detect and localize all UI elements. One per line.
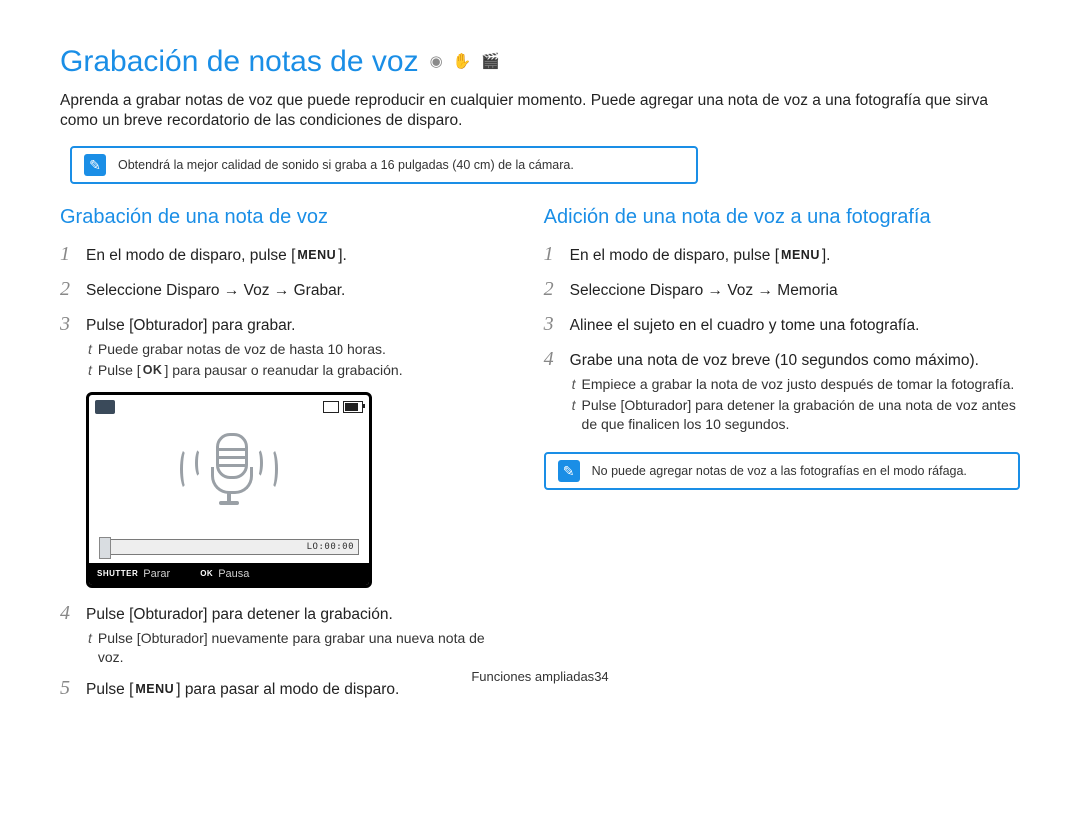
display-footer: SHUTTER Parar OK Pausa <box>89 563 369 585</box>
shutter-tag: SHUTTER <box>97 569 138 580</box>
display-topbar <box>89 395 369 419</box>
step-number: 4 <box>60 600 76 627</box>
storage-icon <box>323 401 339 413</box>
step-number: 1 <box>544 241 560 268</box>
ok-action-label: Pausa <box>218 567 249 582</box>
right-steps: 1 En el modo de disparo, pulse [MENU]. 2… <box>544 241 1020 434</box>
step-number: 2 <box>60 276 76 303</box>
step-body: Pulse [Obturador] para grabar. <box>86 316 295 337</box>
mode-icons: ◉ ✋ 🎬 <box>427 51 503 73</box>
menu-button-label: MENU <box>779 247 822 264</box>
step-body: Seleccione Disparo → Voz → Grabar. <box>86 281 345 302</box>
left-step-2: 2 Seleccione Disparo → Voz → Grabar. <box>60 276 514 303</box>
left-step-3-sub-1: Puede grabar notas de voz de hasta 10 ho… <box>88 340 514 359</box>
footer-section: Funciones ampliadas <box>471 669 594 684</box>
step-text: En el modo de disparo, pulse [ <box>570 247 779 264</box>
sub-text: Pulse [Obturador] nuevamente para grabar… <box>98 629 514 667</box>
shutter-action: SHUTTER Parar <box>97 567 170 582</box>
top-tip-text: Obtendrá la mejor calidad de sonido si g… <box>118 157 574 174</box>
column-add-memo-to-photo: Adición de una nota de voz a una fotogra… <box>544 204 1020 704</box>
right-step-4-sub-1: Empiece a grabar la nota de voz justo de… <box>572 375 1020 394</box>
microphone-icon <box>211 433 247 505</box>
sub-text: Pulse [Obturador] para detener la grabac… <box>582 396 1020 434</box>
sound-waves-right-icon <box>253 448 278 490</box>
record-time: LO:00:00 <box>307 540 354 554</box>
step-text: En el modo de disparo, pulse [ <box>86 247 295 264</box>
menu-button-label: MENU <box>295 247 338 264</box>
step-body: Pulse [Obturador] para detener la grabac… <box>86 605 393 626</box>
mode-icon-auto: ◉ <box>427 51 446 73</box>
left-heading: Grabación de una nota de voz <box>60 204 514 231</box>
battery-icon <box>343 401 363 413</box>
tip-icon: ✎ <box>84 154 106 176</box>
right-step-4-sub-2: Pulse [Obturador] para detener la grabac… <box>572 396 1020 434</box>
right-note-text: No puede agregar notas de voz a las foto… <box>592 463 967 480</box>
sub-text: Puede grabar notas de voz de hasta 10 ho… <box>98 340 386 359</box>
microphone-graphic <box>89 433 369 505</box>
column-record-memo: Grabación de una nota de voz 1 En el mod… <box>60 204 514 704</box>
right-step-1: 1 En el modo de disparo, pulse [MENU]. <box>544 241 1020 268</box>
top-tip-box: ✎ Obtendrá la mejor calidad de sonido si… <box>70 146 698 184</box>
sub-text: Pulse [OK] para pausar o reanudar la gra… <box>98 361 403 380</box>
ok-tag: OK <box>200 569 213 580</box>
mode-icon-hand: ✋ <box>450 51 475 73</box>
step-body: Grabe una nota de voz breve (10 segundos… <box>570 351 979 372</box>
sound-waves-left-icon <box>180 448 205 490</box>
left-step-3: 3 Pulse [Obturador] para grabar. <box>60 311 514 338</box>
record-progress-bar: LO:00:00 <box>99 539 359 555</box>
footer-page-number: 34 <box>594 669 608 684</box>
step-body: Seleccione Disparo → Voz → Memoria <box>570 281 838 302</box>
left-steps: 1 En el modo de disparo, pulse [MENU]. 2… <box>60 241 514 702</box>
sub-text: Empiece a grabar la nota de voz justo de… <box>582 375 1015 394</box>
progress-knob <box>99 537 111 559</box>
page-footer: Funciones ampliadas34 <box>0 668 1080 686</box>
step-body: En el modo de disparo, pulse [MENU]. <box>570 246 831 267</box>
ok-action: OK Pausa <box>200 567 249 582</box>
step-number: 3 <box>60 311 76 338</box>
shutter-action-label: Parar <box>143 567 170 582</box>
left-step-4-sub-1: Pulse [Obturador] nuevamente para grabar… <box>88 629 514 667</box>
step-number: 3 <box>544 311 560 338</box>
camera-display-screenshot: LO:00:00 SHUTTER Parar OK Pausa <box>86 392 372 588</box>
tip-icon: ✎ <box>558 460 580 482</box>
step-number: 1 <box>60 241 76 268</box>
two-column-layout: Grabación de una nota de voz 1 En el mod… <box>60 204 1020 704</box>
step-body: Alinee el sujeto en el cuadro y tome una… <box>570 316 920 337</box>
right-step-2: 2 Seleccione Disparo → Voz → Memoria <box>544 276 1020 303</box>
right-heading: Adición de una nota de voz a una fotogra… <box>544 204 1020 231</box>
page-title: Grabación de notas de voz ◉ ✋ 🎬 <box>60 42 1020 83</box>
right-step-4: 4 Grabe una nota de voz breve (10 segund… <box>544 346 1020 373</box>
left-step-1: 1 En el modo de disparo, pulse [MENU]. <box>60 241 514 268</box>
step-text: ]. <box>338 247 347 264</box>
manual-page: Grabación de notas de voz ◉ ✋ 🎬 Aprenda … <box>0 0 1080 704</box>
intro-paragraph: Aprenda a grabar notas de voz que puede … <box>60 91 1020 133</box>
ok-button-label: OK <box>141 362 165 379</box>
left-step-3-sub-2: Pulse [OK] para pausar o reanudar la gra… <box>88 361 514 380</box>
step-number: 2 <box>544 276 560 303</box>
left-step-4: 4 Pulse [Obturador] para detener la grab… <box>60 600 514 627</box>
mode-icon-film: 🎬 <box>478 51 503 73</box>
sd-card-icon <box>95 400 115 414</box>
battery-status <box>323 401 363 413</box>
step-number: 4 <box>544 346 560 373</box>
title-text: Grabación de notas de voz <box>60 42 419 83</box>
right-note-box: ✎ No puede agregar notas de voz a las fo… <box>544 452 1020 490</box>
right-step-3: 3 Alinee el sujeto en el cuadro y tome u… <box>544 311 1020 338</box>
step-body: En el modo de disparo, pulse [MENU]. <box>86 246 347 267</box>
step-text: ]. <box>822 247 831 264</box>
